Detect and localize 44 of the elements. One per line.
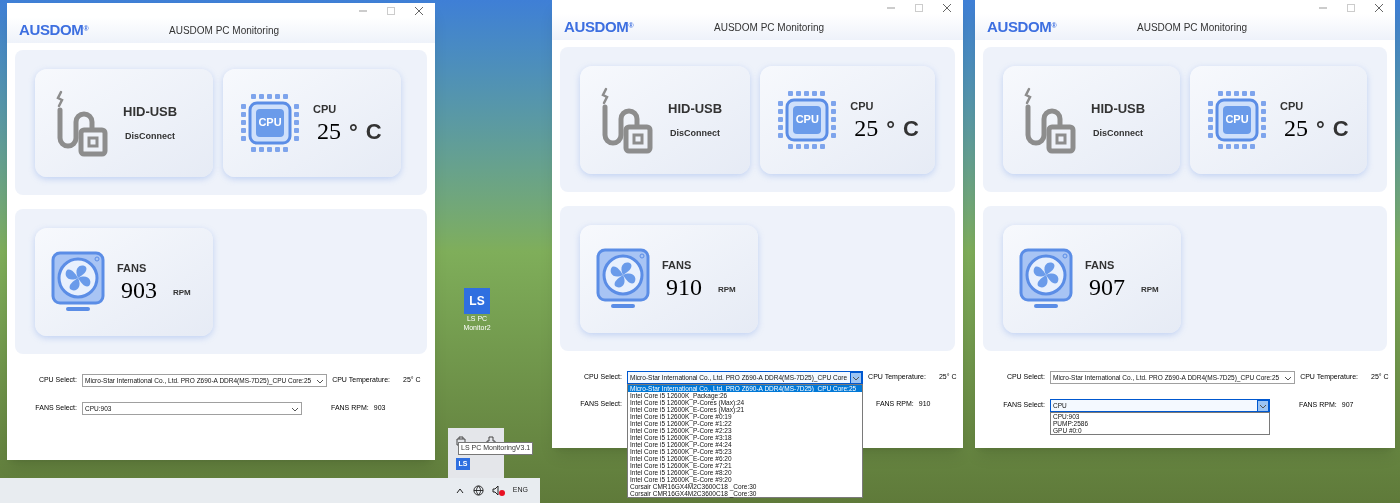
fan-icon	[51, 250, 105, 313]
rpm-unit: RPM	[1141, 283, 1159, 296]
fans-title: FANS	[117, 261, 148, 277]
brand-logo: AUSDOM$^{®}$	[987, 16, 1058, 37]
cpu-temperature-value: 25	[1284, 114, 1308, 141]
fan-icon	[596, 247, 650, 310]
close-icon[interactable]	[943, 4, 951, 12]
rpm-unit: RPM	[718, 283, 736, 296]
close-icon[interactable]	[415, 7, 423, 15]
close-icon[interactable]	[1375, 4, 1383, 12]
usb-status: DisConnect	[125, 129, 176, 143]
usb-title: HID-USB	[123, 103, 178, 121]
app-shortcut-icon[interactable]: LS	[464, 288, 490, 314]
degree-sign: °	[886, 118, 896, 141]
brand-logo: AUSDOM$^{®}$	[564, 16, 635, 37]
fan-speed-value: 907	[1089, 273, 1125, 300]
window-title: AUSDOM PC Monitoring	[1137, 20, 1248, 35]
chevron-down-icon	[851, 372, 862, 383]
usb-title: HID-USB	[668, 100, 723, 118]
brand-logo: AUSDOM$^{®}$	[19, 19, 90, 40]
celsius-unit: C	[903, 116, 919, 141]
celsius-unit: C	[365, 119, 382, 144]
window-title: AUSDOM PC Monitoring	[169, 23, 280, 38]
cpu-title: CPU	[313, 102, 338, 118]
usb-status: DisConnect	[670, 126, 721, 140]
rpm-unit: RPM	[173, 286, 191, 299]
window-title: AUSDOM PC Monitoring	[714, 20, 825, 35]
fans-title: FANS	[662, 258, 693, 274]
usb-title: HID-USB	[1091, 100, 1146, 118]
cpu-title: CPU	[1280, 99, 1305, 115]
cpu-title: CPU	[850, 99, 875, 115]
degree-sign: °	[349, 121, 358, 144]
celsius-unit: C	[1332, 116, 1349, 141]
fan-speed-value: 910	[666, 273, 702, 300]
usb-status: DisConnect	[1093, 126, 1144, 140]
fan-icon	[1019, 247, 1073, 310]
cpu-temperature-value: 25	[317, 117, 341, 144]
chevron-down-icon	[1258, 400, 1268, 411]
cpu-temperature-value: 25	[854, 114, 879, 141]
globe-icon[interactable]	[472, 485, 484, 496]
degree-sign: °	[1316, 118, 1325, 141]
speaker-muted-icon[interactable]	[491, 485, 505, 496]
fan-speed-value: 903	[121, 276, 157, 303]
fans-title: FANS	[1085, 258, 1116, 274]
